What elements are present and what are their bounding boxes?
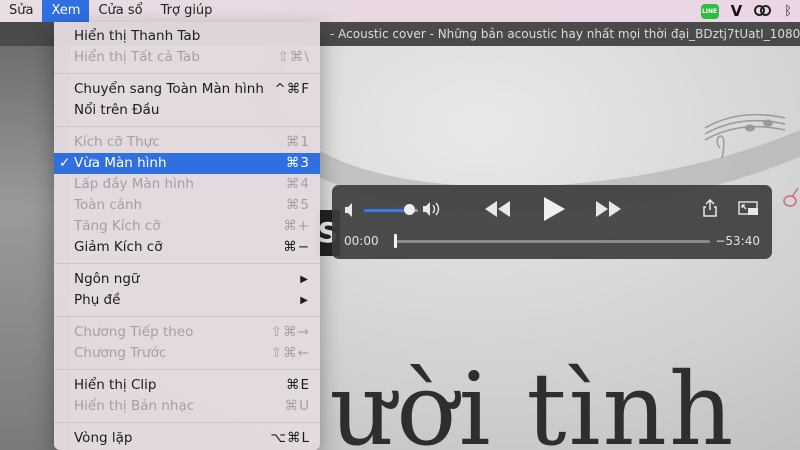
- fast-forward-icon[interactable]: [594, 200, 622, 218]
- v-app-icon[interactable]: V: [731, 2, 743, 20]
- submenu-arrow-icon: ▶: [300, 295, 308, 306]
- menubar-item-help[interactable]: Trợ giúp: [152, 0, 222, 22]
- menu-separator: [54, 369, 320, 370]
- video-overlay-text: ười tình: [330, 351, 736, 450]
- menu-item-loop[interactable]: Vòng lặp ⌥⌘L: [54, 428, 320, 449]
- menu-separator: [54, 73, 320, 74]
- view-menu-dropdown: Hiển thị Thanh Tab Hiển thị Tất cả Tab ⇧…: [54, 22, 320, 450]
- menu-item-show-audio-track[interactable]: Hiển thị Bản nhạc ⌘U: [54, 396, 320, 417]
- menu-item-increase-size[interactable]: Tăng Kích cỡ ⌘+: [54, 216, 320, 237]
- shortcut-label: ⇧⌘→: [270, 324, 310, 340]
- progress-track[interactable]: [396, 240, 710, 243]
- menu-item-show-clips[interactable]: Hiển thị Clip ⌘E: [54, 375, 320, 396]
- shortcut-label: ⌘3: [285, 155, 310, 171]
- rewind-icon[interactable]: [484, 200, 512, 218]
- shortcut-label: ⌘E: [285, 377, 310, 393]
- current-time: 00:00: [344, 234, 379, 248]
- menu-item-decrease-size[interactable]: Giảm Kích cỡ ⌘−: [54, 237, 320, 258]
- shortcut-label: ⇧⌘←: [270, 345, 310, 361]
- volume-low-icon[interactable]: [344, 202, 358, 218]
- menu-bar: Sửa Xem Cửa sổ Trợ giúp LINE V ᛒ: [0, 0, 800, 22]
- bluetooth-icon[interactable]: ᛒ: [784, 4, 792, 19]
- menubar-item-edit[interactable]: Sửa: [0, 0, 42, 22]
- shortcut-label: ⌥⌘L: [270, 430, 310, 446]
- remaining-time: −53:40: [715, 234, 760, 248]
- menu-item-subtitles[interactable]: Phụ đề ▶: [54, 290, 320, 311]
- menu-item-float-on-top[interactable]: Nổi trên Đầu: [54, 100, 320, 121]
- volume-slider-knob[interactable]: [404, 204, 415, 215]
- checkmark-icon: ✓: [59, 155, 71, 171]
- shortcut-label: ⌘4: [285, 176, 310, 192]
- menu-item-fill-screen[interactable]: Lấp đầy Màn hình ⌘4: [54, 174, 320, 195]
- picture-in-picture-icon[interactable]: [738, 201, 760, 217]
- shortcut-label: ⌘1: [285, 134, 310, 150]
- shortcut-label: ⌘5: [285, 197, 310, 213]
- play-icon[interactable]: [542, 196, 566, 222]
- menu-item-previous-chapter[interactable]: Chương Trước ⇧⌘←: [54, 343, 320, 364]
- menu-item-actual-size[interactable]: Kích cỡ Thực ⌘1: [54, 132, 320, 153]
- menubar-item-view[interactable]: Xem: [42, 0, 90, 22]
- status-tray: LINE V ᛒ: [700, 0, 792, 22]
- guitar-icon: [783, 187, 799, 207]
- music-notes-icon: [704, 113, 786, 159]
- shortcut-label: ⇧⌘\: [277, 49, 310, 65]
- menu-item-enter-full-screen[interactable]: Chuyển sang Toàn Màn hình ^⌘F: [54, 79, 320, 100]
- progress-playhead[interactable]: [394, 234, 397, 248]
- submenu-arrow-icon: ▶: [300, 274, 308, 285]
- menu-separator: [54, 126, 320, 127]
- menu-item-next-chapter[interactable]: Chương Tiếp theo ⇧⌘→: [54, 322, 320, 343]
- menu-item-show-all-tabs[interactable]: Hiển thị Tất cả Tab ⇧⌘\: [54, 47, 320, 68]
- shortcut-label: ⌘U: [284, 398, 310, 414]
- menu-item-panoramic[interactable]: Toàn cảnh ⌘5: [54, 195, 320, 216]
- shortcut-label: ⌘+: [283, 218, 310, 234]
- shortcut-label: ⌘−: [283, 239, 310, 255]
- line-app-icon[interactable]: LINE: [700, 3, 719, 19]
- shortcut-label: ^⌘F: [274, 81, 310, 97]
- menu-item-fit-to-screen[interactable]: ✓ Vừa Màn hình ⌘3: [54, 153, 320, 174]
- menu-separator: [54, 316, 320, 317]
- player-controls: 00:00 −53:40: [332, 185, 772, 259]
- menu-item-show-tab-bar[interactable]: Hiển thị Thanh Tab: [54, 26, 320, 47]
- menubar-item-window[interactable]: Cửa sổ: [89, 0, 151, 22]
- share-icon[interactable]: [702, 199, 718, 217]
- menu-separator: [54, 263, 320, 264]
- window-title: - Acoustic cover - Những bản acoustic ha…: [330, 27, 800, 41]
- menu-item-languages[interactable]: Ngôn ngữ ▶: [54, 269, 320, 290]
- menu-separator: [54, 422, 320, 423]
- volume-high-icon[interactable]: [422, 200, 444, 218]
- creative-cloud-icon[interactable]: [754, 4, 772, 18]
